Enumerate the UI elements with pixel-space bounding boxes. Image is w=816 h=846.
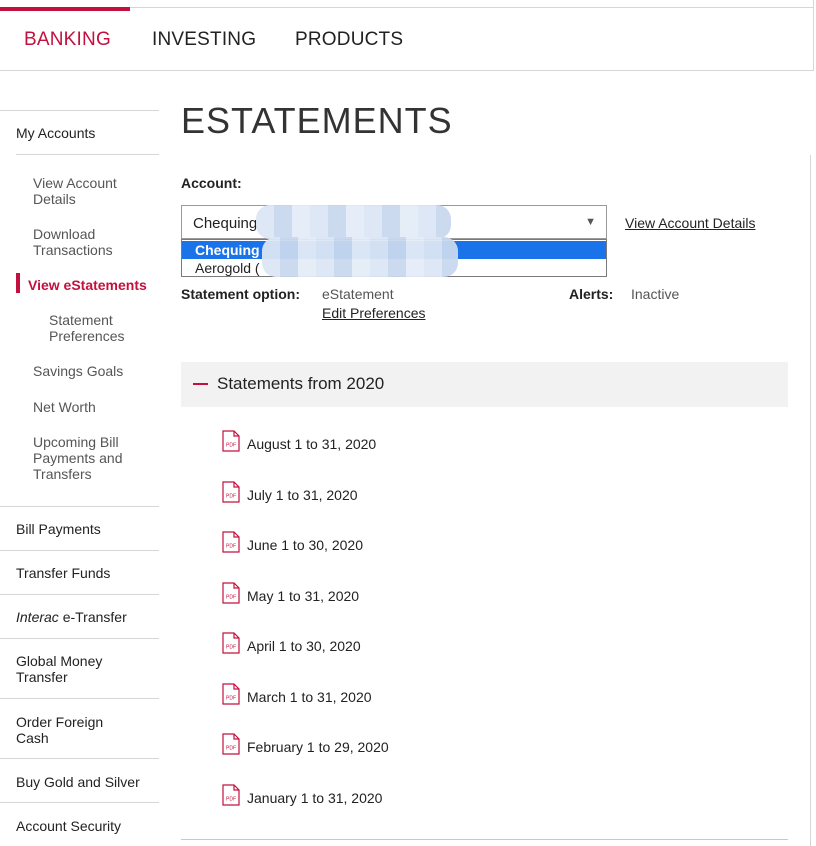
scrollbar-edge (810, 155, 811, 846)
sidebar-item-buy-gold-silver[interactable]: Buy Gold and Silver (16, 774, 156, 790)
pdf-icon: PDF (222, 632, 240, 654)
etransfer-text: e-Transfer (58, 609, 127, 625)
tab-investing[interactable]: INVESTING (152, 29, 256, 51)
sidebar-item-savings-goals[interactable]: Savings Goals (33, 363, 153, 379)
pdf-icon: PDF (222, 481, 240, 503)
redaction-blur (262, 237, 458, 277)
statement-link[interactable]: August 1 to 31, 2020 (247, 436, 376, 452)
sidebar-item-statement-preferences[interactable]: Statement Preferences (49, 312, 139, 344)
edit-preferences-link[interactable]: Edit Preferences (322, 305, 426, 321)
svg-text:PDF: PDF (226, 696, 236, 702)
statement-link[interactable]: March 1 to 31, 2020 (247, 689, 372, 705)
pdf-icon: PDF (222, 531, 240, 553)
chevron-down-icon: ▼ (585, 216, 596, 228)
svg-text:PDF: PDF (226, 797, 236, 803)
sidebar-item-view-estatements[interactable]: View eStatements (28, 277, 147, 293)
top-navigation: BANKING INVESTING PRODUCTS (0, 0, 814, 71)
svg-text:PDF: PDF (226, 746, 236, 752)
svg-text:PDF: PDF (226, 595, 236, 601)
tab-products[interactable]: PRODUCTS (295, 29, 403, 51)
active-tab-indicator (0, 7, 130, 11)
statement-link[interactable]: July 1 to 31, 2020 (247, 487, 358, 503)
alerts-label: Alerts: (569, 286, 614, 302)
statement-link[interactable]: May 1 to 31, 2020 (247, 588, 359, 604)
alerts-value: Inactive (631, 286, 680, 302)
pdf-icon: PDF (222, 683, 240, 705)
pdf-icon: PDF (222, 582, 240, 604)
sidebar-item-account-security[interactable]: Account Security (16, 818, 156, 834)
statement-link[interactable]: January 1 to 31, 2020 (247, 790, 382, 806)
sidebar-item-view-account-details[interactable]: View Account Details (33, 175, 133, 207)
statement-link[interactable]: April 1 to 30, 2020 (247, 638, 361, 654)
sidebar-item-bill-payments[interactable]: Bill Payments (16, 521, 156, 537)
statement-option-value: eStatement (322, 286, 394, 302)
tab-banking[interactable]: BANKING (24, 29, 111, 51)
statement-link[interactable]: February 1 to 29, 2020 (247, 739, 389, 755)
sidebar-item-interac-etransfer[interactable]: Interac e-Transfer (16, 609, 156, 625)
sidebar-item-net-worth[interactable]: Net Worth (33, 399, 153, 415)
collapse-icon (193, 383, 208, 385)
statement-option-label: Statement option: (181, 286, 300, 302)
sidebar-item-download-transactions[interactable]: Download Transactions (33, 226, 133, 258)
svg-text:PDF: PDF (226, 443, 236, 449)
selected-account-value: Chequing (193, 215, 258, 232)
account-label: Account: (181, 175, 242, 191)
sidebar-item-order-foreign-cash[interactable]: Order Foreign Cash (16, 714, 116, 746)
sidebar-item-my-accounts[interactable]: My Accounts (16, 125, 156, 141)
pdf-icon: PDF (222, 733, 240, 755)
pdf-icon: PDF (222, 430, 240, 452)
statements-section-header[interactable]: Statements from 2020 (181, 362, 788, 407)
sidebar-item-global-money-transfer[interactable]: Global Money Transfer (16, 653, 116, 685)
view-account-details-link[interactable]: View Account Details (625, 215, 755, 231)
pdf-icon: PDF (222, 784, 240, 806)
sidebar-item-transfer-funds[interactable]: Transfer Funds (16, 565, 156, 581)
statement-link[interactable]: June 1 to 30, 2020 (247, 537, 363, 553)
interac-brand-text: Interac (16, 609, 59, 625)
page-title: ESTATEMENTS (181, 100, 453, 141)
svg-text:PDF: PDF (226, 544, 236, 550)
section-divider (181, 839, 788, 840)
statements-section-title: Statements from 2020 (217, 374, 385, 393)
active-item-indicator (16, 273, 20, 293)
sidebar-item-upcoming-bill-payments[interactable]: Upcoming Bill Payments and Transfers (33, 434, 133, 482)
redaction-blur (256, 205, 451, 239)
svg-text:PDF: PDF (226, 645, 236, 651)
svg-text:PDF: PDF (226, 494, 236, 500)
